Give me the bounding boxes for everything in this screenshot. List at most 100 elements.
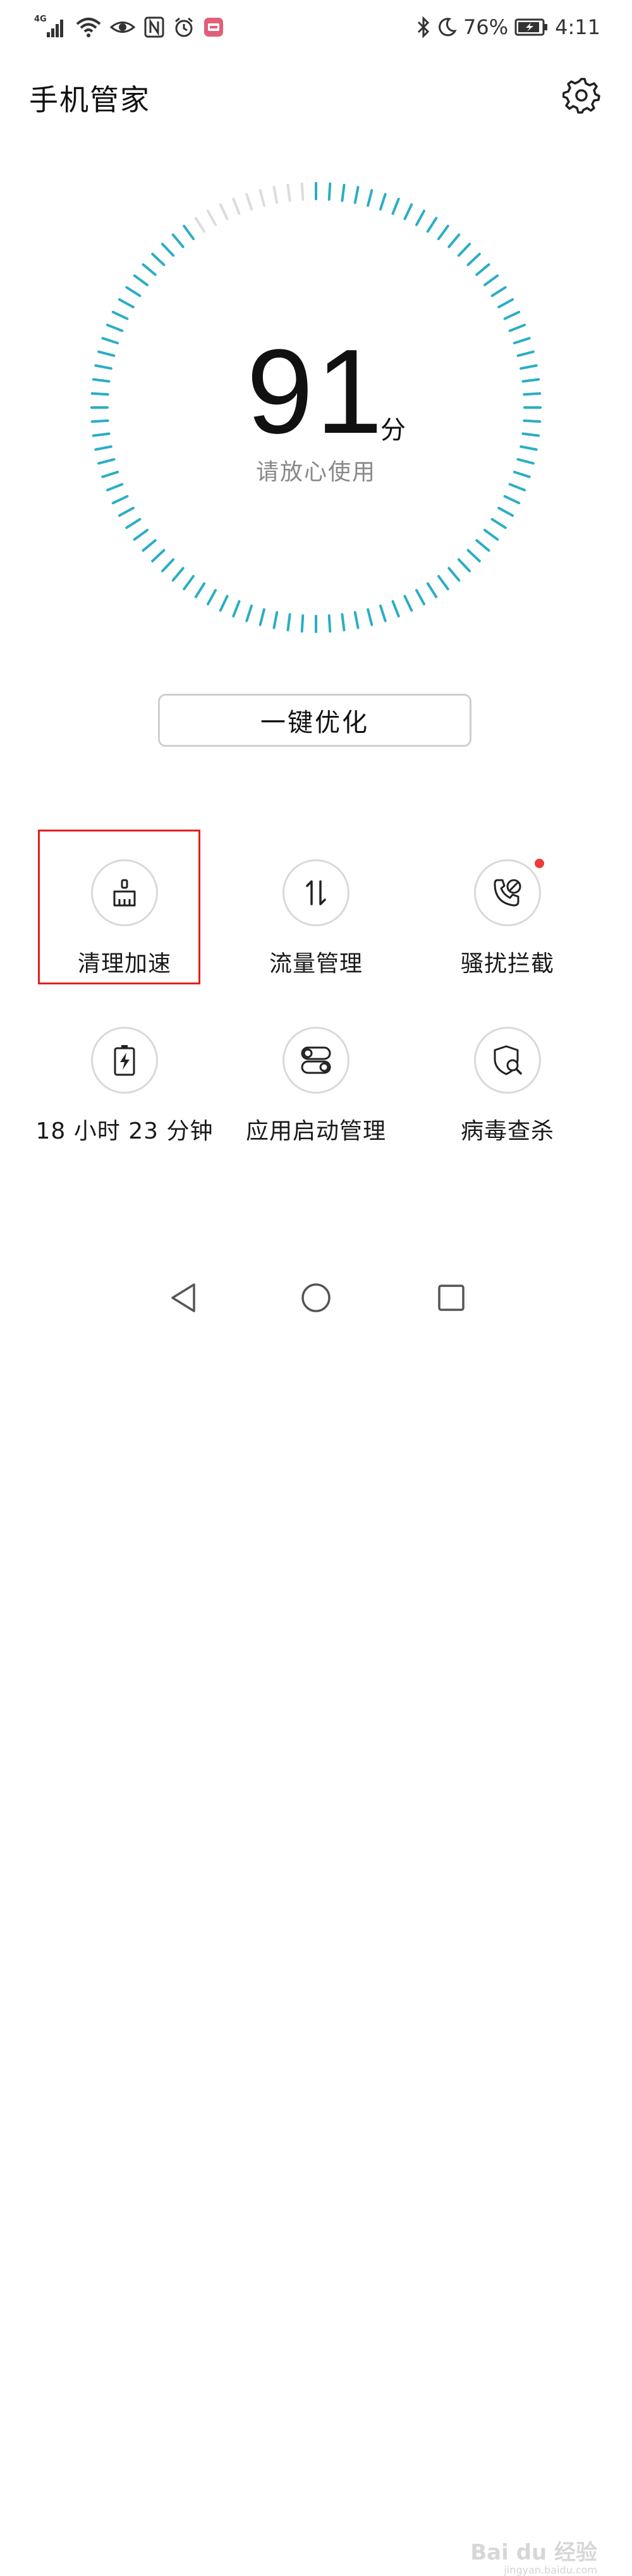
dial-tick <box>125 517 142 529</box>
status-left-icons: 4G <box>34 11 224 43</box>
dial-tick <box>207 589 217 606</box>
tool-icon-circle <box>91 859 158 926</box>
dial-tick <box>219 595 229 612</box>
tool-battery[interactable]: 18 小时 23 分钟 <box>30 1027 219 1146</box>
tool-icon-circle <box>283 1027 349 1094</box>
broom-icon <box>113 879 136 907</box>
dial-tick <box>391 600 400 618</box>
watermark-url: jingyan.baidu.com <box>504 2564 597 2576</box>
tool-label: 清理加速 <box>77 951 171 977</box>
dial-tick <box>353 186 360 204</box>
dial-tick <box>520 364 538 370</box>
dial-tick <box>341 613 346 632</box>
dial-tick <box>171 233 185 248</box>
tool-label: 18 小时 23 分钟 <box>35 1118 214 1144</box>
dial-tick <box>391 197 400 215</box>
dial-tick <box>161 243 175 257</box>
tool-label: 骚扰拦截 <box>460 951 554 977</box>
dial-tick <box>490 517 507 529</box>
dial-tick <box>379 193 387 211</box>
app-header: 手机管家 <box>0 70 632 120</box>
dial-tick <box>272 186 279 204</box>
dial-tick <box>508 324 526 332</box>
page-title: 手机管家 <box>29 83 150 117</box>
dial-tick <box>232 197 241 215</box>
nav-recents-button[interactable] <box>431 1278 471 1318</box>
dial-tick <box>523 419 542 423</box>
dial-tick <box>151 253 166 267</box>
system-navigation-bar: Bai du 经验 jingyan.baidu.com <box>0 1264 632 2576</box>
eye-comfort-icon <box>110 18 135 37</box>
dial-tick <box>133 529 149 541</box>
dial-tick <box>516 350 535 357</box>
recents-square-icon <box>438 1285 465 1311</box>
tool-icon-circle <box>474 1027 541 1094</box>
dial-tick <box>415 589 425 606</box>
dial-tick <box>503 495 521 505</box>
dial-tick <box>133 274 149 286</box>
dial-tick <box>457 558 471 572</box>
one-click-optimize-button[interactable]: 一键优化 <box>158 694 471 747</box>
dial-tick <box>327 182 332 201</box>
battery-percent: 76% <box>463 15 509 39</box>
tool-clean-speedup[interactable]: 清理加速 <box>30 859 219 978</box>
notification-dot <box>535 859 544 868</box>
dial-tick <box>403 595 413 612</box>
nav-home-button[interactable] <box>296 1278 336 1318</box>
dial-tick <box>437 224 449 240</box>
status-bar: 4G 76% 4:11 <box>0 0 632 56</box>
dial-tick <box>475 263 490 276</box>
battery-icon <box>114 1045 135 1076</box>
dial-tick <box>125 286 142 298</box>
bluetooth-icon <box>416 16 430 38</box>
dial-tick <box>183 575 195 591</box>
clock-time: 4:11 <box>555 15 600 39</box>
tool-harassment-block[interactable]: 骚扰拦截 <box>413 859 602 978</box>
dial-tick <box>94 445 112 451</box>
dial-tick <box>194 582 206 598</box>
nav-back-button[interactable] <box>163 1278 204 1318</box>
tool-data-management[interactable]: 流量管理 <box>221 859 411 978</box>
dial-tick <box>523 392 542 396</box>
dial-tick <box>151 548 166 562</box>
dial-tick <box>94 364 112 370</box>
watermark: Bai du 经验 <box>470 2540 597 2565</box>
dial-tick <box>286 183 291 202</box>
dial-tick <box>379 604 387 622</box>
dial-tick <box>118 507 135 517</box>
score-unit: 分 <box>380 416 406 445</box>
dial-tick <box>97 350 116 357</box>
gear-icon <box>562 78 600 114</box>
dial-tick <box>367 608 374 626</box>
blocked-call-icon <box>494 879 521 907</box>
dial-tick <box>118 298 135 308</box>
dial-tick <box>111 310 129 320</box>
battery-charging-icon <box>514 18 549 37</box>
dial-tick <box>457 243 471 257</box>
dial-tick <box>521 378 540 383</box>
dial-tick <box>272 611 279 629</box>
dial-tick <box>497 507 514 517</box>
tool-icon-circle <box>91 1027 158 1094</box>
wifi-icon <box>76 16 101 38</box>
tool-icon-circle <box>474 859 544 926</box>
dial-tick <box>92 432 111 437</box>
dial-tick <box>101 337 119 344</box>
dial-tick <box>327 614 332 633</box>
dial-tick <box>245 604 253 622</box>
dial-tick <box>367 189 374 207</box>
alarm-icon <box>173 16 195 38</box>
dial-tick <box>341 183 346 202</box>
dial-tick <box>426 582 438 598</box>
settings-button[interactable] <box>562 76 600 114</box>
dial-tick <box>258 189 265 207</box>
tool-virus-scan[interactable]: 病毒查杀 <box>413 1027 602 1146</box>
dial-tick <box>142 539 157 552</box>
dial-tick <box>300 182 305 201</box>
dial-tick <box>161 558 175 572</box>
tool-app-launch-management[interactable]: 应用启动管理 <box>221 1027 411 1146</box>
dial-tick <box>207 209 217 226</box>
dial-tick <box>483 529 499 541</box>
dial-tick <box>466 253 481 267</box>
tool-label: 病毒查杀 <box>460 1118 554 1144</box>
